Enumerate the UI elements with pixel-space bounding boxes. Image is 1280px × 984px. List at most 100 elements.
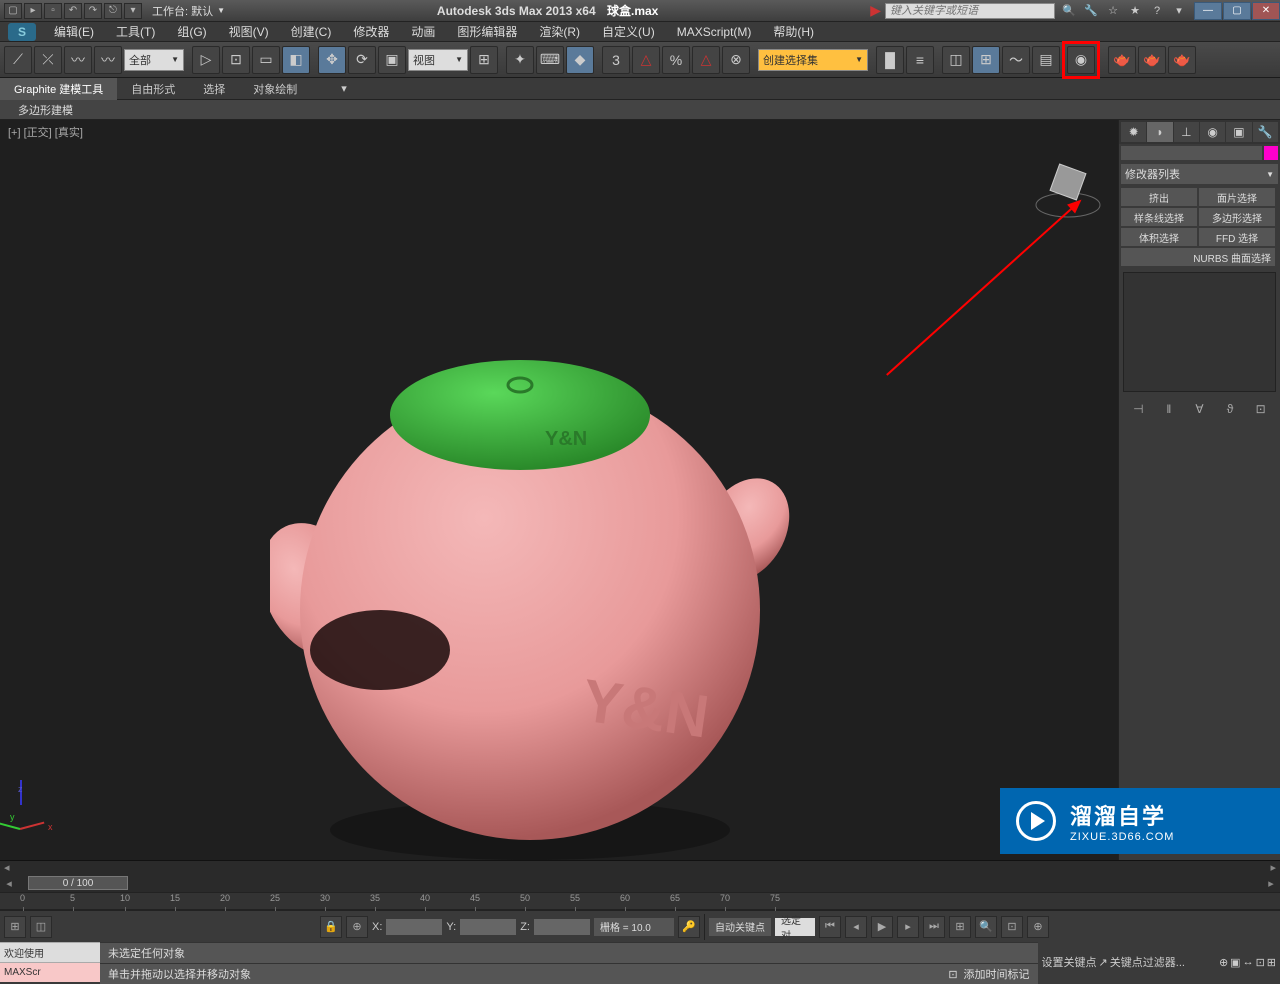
snap-2d-icon[interactable]: ◆ <box>566 46 594 74</box>
btn-nurbs-select[interactable]: NURBS 曲面选择 <box>1121 248 1275 266</box>
bind-space-icon[interactable]: 〰 <box>94 46 122 74</box>
close-button[interactable]: ✕ <box>1252 2 1280 20</box>
make-unique-icon[interactable]: ∀ <box>1190 400 1208 418</box>
select-scale-icon[interactable]: ▣ <box>378 46 406 74</box>
cp-hierarchy-icon[interactable]: ⊥ <box>1174 122 1199 142</box>
window-crossing-icon[interactable]: ◧ <box>282 46 310 74</box>
snap-3d-icon[interactable]: 3 <box>602 46 630 74</box>
menu-tools[interactable]: 工具(T) <box>106 21 165 42</box>
play-next-icon[interactable]: ▸ <box>897 916 919 938</box>
btn-patch-select[interactable]: 面片选择 <box>1199 188 1275 206</box>
percent-snap-icon[interactable]: % <box>662 46 690 74</box>
modifier-stack[interactable] <box>1123 272 1276 392</box>
mirror-icon[interactable]: ▐▌ <box>876 46 904 74</box>
select-link-icon[interactable]: ⟋ <box>4 46 32 74</box>
key-filter-button[interactable]: 关键点过滤器... <box>1110 954 1185 970</box>
lock-icon[interactable]: ⊞ <box>4 916 26 938</box>
btn-ffd-select[interactable]: FFD 选择 <box>1199 228 1275 246</box>
btn-poly-select[interactable]: 多边形选择 <box>1199 208 1275 226</box>
play-icon[interactable]: ▶ <box>871 916 893 938</box>
timeline-ruler[interactable]: 0 5 10 15 20 25 30 35 40 45 50 55 60 65 … <box>0 892 1280 910</box>
remove-mod-icon[interactable]: ϑ <box>1221 400 1239 418</box>
tab-freeform[interactable]: 自由形式 <box>117 78 189 100</box>
ref-coord-combo[interactable]: 视图▼ <box>408 49 468 71</box>
nav-field-icon[interactable]: ⊡ <box>1001 916 1023 938</box>
material-editor-icon[interactable]: ◉ <box>1067 46 1095 74</box>
help-dropdown-icon[interactable]: ▾ <box>1169 3 1189 19</box>
viewport[interactable]: [+] [正交] [真实] <box>0 120 1118 860</box>
star-icon[interactable]: ☆ <box>1103 3 1123 19</box>
wrench-icon[interactable]: 🔧 <box>1081 3 1101 19</box>
cp-utilities-icon[interactable]: 🔧 <box>1253 122 1278 142</box>
play-end-icon[interactable]: ⏭ <box>923 916 945 938</box>
menu-animation[interactable]: 动画 <box>401 21 445 42</box>
cp-create-icon[interactable]: ✹ <box>1121 122 1146 142</box>
named-selection-combo[interactable]: 创建选择集▼ <box>758 49 868 71</box>
play-prev-icon[interactable]: ◂ <box>845 916 867 938</box>
ribbon-expand-icon[interactable]: ▾ <box>341 82 347 95</box>
tab-object-paint[interactable]: 对象绘制 <box>239 78 311 100</box>
auto-key-button[interactable]: 自动关键点 <box>709 918 771 936</box>
manipulate-icon[interactable]: ✦ <box>506 46 534 74</box>
layers-icon[interactable]: ◫ <box>942 46 970 74</box>
play-start-icon[interactable]: ⏮ <box>819 916 841 938</box>
viewcube[interactable] <box>1028 150 1108 230</box>
menu-maxscript[interactable]: MAXScript(M) <box>667 23 762 41</box>
unlink-icon[interactable]: ⤫ <box>34 46 62 74</box>
menu-views[interactable]: 视图(V) <box>219 21 279 42</box>
nav3-icon[interactable]: ⊡ <box>1256 956 1265 969</box>
menu-rendering[interactable]: 渲染(R) <box>529 21 590 42</box>
maximize-button[interactable]: ▢ <box>1223 2 1251 20</box>
edit-selection-icon[interactable]: ⊗ <box>722 46 750 74</box>
selection-filter-combo[interactable]: 全部▼ <box>124 49 184 71</box>
layer-manager-icon[interactable]: ⊞ <box>972 46 1000 74</box>
time-slider[interactable]: ◂ 0 / 100 ▸ <box>0 874 1280 892</box>
menu-modifiers[interactable]: 修改器 <box>343 21 399 42</box>
select-region-icon[interactable]: ▭ <box>252 46 280 74</box>
nav4-icon[interactable]: ⊞ <box>1267 956 1276 969</box>
object-color-swatch[interactable] <box>1264 146 1278 160</box>
abs-mode-icon[interactable]: ⊕ <box>346 916 368 938</box>
selected-combo[interactable]: 选定对 <box>775 918 815 936</box>
nav2-icon[interactable]: ↔ <box>1243 956 1254 968</box>
select-object-icon[interactable]: ▷ <box>192 46 220 74</box>
new-icon[interactable]: ▢ <box>4 3 22 19</box>
select-move-icon[interactable]: ✥ <box>318 46 346 74</box>
use-center-icon[interactable]: ⊞ <box>470 46 498 74</box>
z-input[interactable] <box>534 919 590 935</box>
open-icon[interactable]: ▸ <box>24 3 42 19</box>
time-config-icon[interactable]: ⊕ <box>1219 956 1228 969</box>
binoculars-icon[interactable]: 🔍 <box>1059 3 1079 19</box>
tag-icon[interactable]: ⊡ <box>948 968 957 981</box>
cp-motion-icon[interactable]: ◉ <box>1200 122 1225 142</box>
isolate-icon[interactable]: ◫ <box>30 916 52 938</box>
menu-help[interactable]: 帮助(H) <box>763 21 824 42</box>
btn-spline-select[interactable]: 样条线选择 <box>1121 208 1197 226</box>
select-name-icon[interactable]: ⊡ <box>222 46 250 74</box>
favorite-icon[interactable]: ★ <box>1125 3 1145 19</box>
angle-snap-icon[interactable]: △ <box>632 46 660 74</box>
btn-extrude[interactable]: 挤出 <box>1121 188 1197 206</box>
qat-dropdown-icon[interactable]: ▾ <box>124 3 142 19</box>
x-input[interactable] <box>386 919 442 935</box>
render-icon[interactable]: 🫖 <box>1168 46 1196 74</box>
select-rotate-icon[interactable]: ⟳ <box>348 46 376 74</box>
pin-stack-icon[interactable]: ⊣ <box>1129 400 1147 418</box>
menu-customize[interactable]: 自定义(U) <box>592 21 665 42</box>
btn-vol-select[interactable]: 体积选择 <box>1121 228 1197 246</box>
menu-create[interactable]: 创建(C) <box>281 21 342 42</box>
app-logo-icon[interactable]: S <box>8 23 36 41</box>
key-icon[interactable]: 🔑 <box>678 916 700 938</box>
link-icon[interactable]: ⎋ <box>104 3 122 19</box>
cp-display-icon[interactable]: ▣ <box>1226 122 1251 142</box>
save-icon[interactable]: ▫ <box>44 3 62 19</box>
schematic-icon[interactable]: ▤ <box>1032 46 1060 74</box>
help-icon[interactable]: ? <box>1147 3 1167 19</box>
search-input[interactable] <box>885 3 1055 19</box>
show-end-icon[interactable]: ‖ <box>1160 400 1178 418</box>
key-mode-icon[interactable]: ↗ <box>1099 956 1108 969</box>
spinner-snap-icon[interactable]: △ <box>692 46 720 74</box>
nav-zoom-icon[interactable]: 🔍 <box>975 916 997 938</box>
object-name-field[interactable] <box>1121 146 1262 160</box>
curve-editor-icon[interactable]: 〜 <box>1002 46 1030 74</box>
